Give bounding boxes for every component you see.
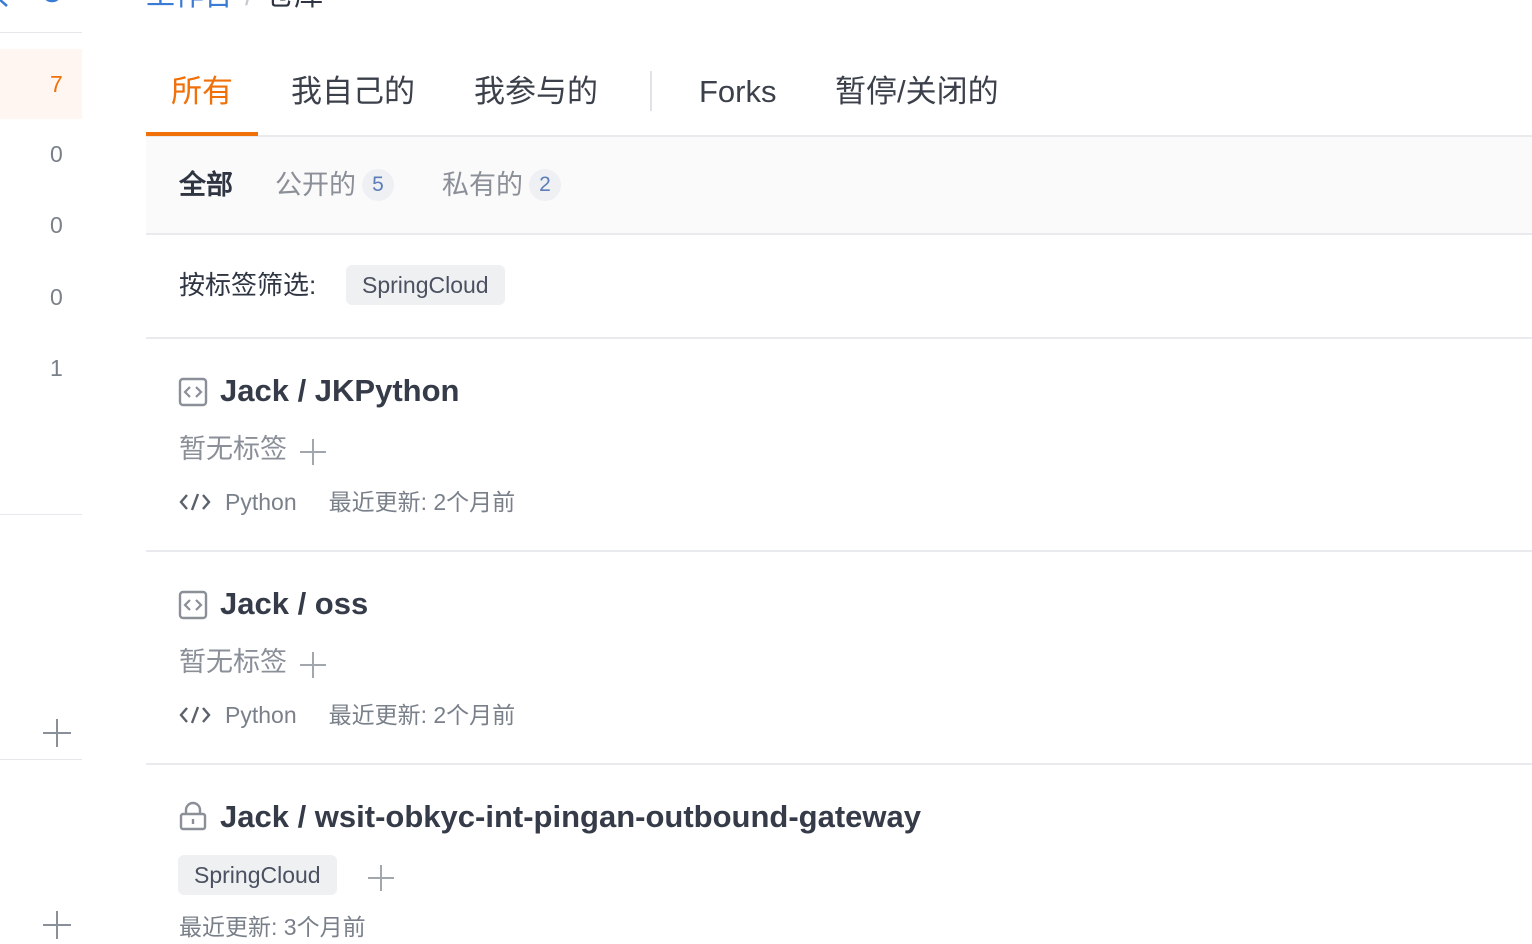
- add-tag-icon[interactable]: [300, 652, 326, 678]
- add-icon[interactable]: [42, 910, 72, 940]
- repo-icon: [178, 590, 208, 620]
- repo-item: Jack / oss 暂无标签 Python 最近更新: 2个月前: [146, 552, 1532, 765]
- count-badge: 5: [362, 168, 394, 201]
- filter-private[interactable]: 私有的 2: [442, 137, 561, 233]
- no-tags-text: 暂无标签: [179, 647, 287, 677]
- filter-public-label: 公开的: [275, 170, 356, 200]
- breadcrumb-current: 仓库: [265, 0, 323, 12]
- repo-icon: [178, 377, 208, 407]
- tag-filter-chip[interactable]: SpringCloud: [346, 265, 505, 305]
- count-badge: 2: [529, 168, 561, 201]
- sidebar-count-3[interactable]: 0: [0, 262, 82, 332]
- code-icon: [179, 493, 211, 511]
- filter-private-label: 私有的: [442, 170, 523, 200]
- visibility-filter: 全部 公开的 5 私有的 2: [146, 137, 1532, 235]
- repo-updated: 最近更新: 3个月前: [179, 914, 366, 940]
- settings-icon[interactable]: [38, 0, 66, 10]
- repo-tabs: 所有 我自己的 我参与的 Forks 暂停/关闭的: [146, 48, 1532, 136]
- sidebar: 7 0 0 0 1: [0, 0, 82, 942]
- tab-forks[interactable]: Forks: [699, 48, 777, 136]
- tab-participated[interactable]: 我参与的: [474, 48, 598, 136]
- breadcrumb: 工作台 / 仓库: [146, 0, 323, 14]
- repo-item: Jack / JKPython 暂无标签 Python 最近更新: 2个月前: [146, 339, 1532, 552]
- code-icon: [179, 706, 211, 724]
- breadcrumb-separator: /: [245, 0, 253, 12]
- sidebar-divider: [0, 32, 82, 33]
- no-tags-text: 暂无标签: [179, 434, 287, 464]
- repo-language: Python: [225, 702, 297, 728]
- add-tag-icon[interactable]: [368, 865, 394, 891]
- lock-icon: [179, 801, 207, 831]
- breadcrumb-parent[interactable]: 工作台: [146, 0, 233, 12]
- repo-meta: 最近更新: 3个月前: [179, 910, 366, 944]
- repo-updated: 最近更新: 2个月前: [328, 702, 516, 728]
- add-tag-icon[interactable]: [300, 439, 326, 465]
- repo-updated: 最近更新: 2个月前: [328, 489, 516, 515]
- repo-meta: Python 最近更新: 2个月前: [179, 485, 515, 519]
- sidebar-count-4[interactable]: 1: [0, 333, 82, 403]
- add-icon[interactable]: [42, 718, 72, 748]
- repo-tag-chip[interactable]: SpringCloud: [178, 855, 337, 895]
- tag-filter: 按标签筛选: SpringCloud: [146, 235, 1532, 339]
- tab-divider: [650, 71, 652, 111]
- sidebar-divider: [0, 514, 82, 515]
- tag-filter-label: 按标签筛选:: [179, 270, 317, 300]
- sidebar-count-2[interactable]: 0: [0, 190, 82, 260]
- repo-language: Python: [225, 489, 297, 515]
- tab-all[interactable]: 所有: [171, 48, 233, 136]
- filter-all[interactable]: 全部: [179, 137, 233, 233]
- chevron-icon[interactable]: [0, 0, 12, 8]
- sidebar-divider: [0, 759, 82, 760]
- sidebar-count-1[interactable]: 0: [0, 119, 82, 189]
- repo-meta: Python 最近更新: 2个月前: [179, 698, 515, 732]
- tab-mine[interactable]: 我自己的: [291, 48, 415, 136]
- repo-title[interactable]: Jack / oss: [220, 584, 368, 624]
- sidebar-count-0[interactable]: 7: [0, 49, 82, 119]
- repo-title[interactable]: Jack / wsit-obkyc-int-pingan-outbound-ga…: [220, 797, 921, 837]
- active-tab-indicator: [146, 132, 258, 136]
- filter-public[interactable]: 公开的 5: [275, 137, 394, 233]
- repo-title[interactable]: Jack / JKPython: [220, 371, 459, 411]
- repo-item: Jack / wsit-obkyc-int-pingan-outbound-ga…: [146, 765, 1532, 942]
- tab-closed[interactable]: 暂停/关闭的: [835, 48, 999, 136]
